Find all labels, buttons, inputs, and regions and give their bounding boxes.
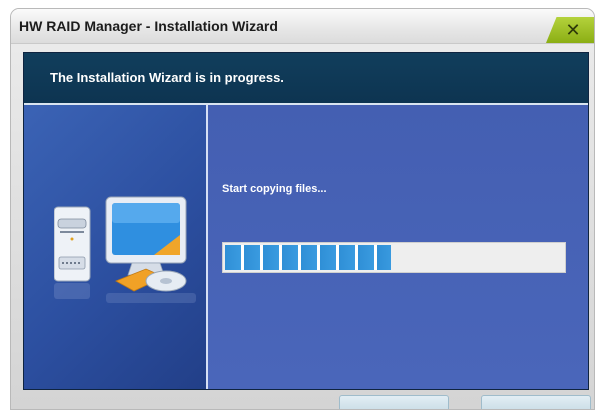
computer-install-icon — [54, 196, 196, 303]
back-button[interactable] — [339, 395, 449, 409]
wizard-header: The Installation Wizard is in progress. — [24, 53, 588, 105]
window-title: HW RAID Manager - Installation Wizard — [19, 18, 278, 34]
progress-fill — [225, 245, 391, 270]
title-bar: HW RAID Manager - Installation Wizard ✕ — [11, 9, 594, 44]
progress-bar — [222, 242, 566, 273]
wizard-header-text: The Installation Wizard is in progress. — [50, 70, 284, 85]
left-graphic-panel — [24, 105, 206, 389]
next-button[interactable] — [481, 395, 591, 409]
status-text: Start copying files... — [222, 183, 327, 195]
close-button[interactable]: ✕ — [546, 17, 594, 43]
installer-window: HW RAID Manager - Installation Wizard ✕ … — [10, 8, 595, 410]
close-icon[interactable]: ✕ — [564, 22, 582, 40]
wizard-content: The Installation Wizard is in progress. — [23, 52, 589, 390]
progress-panel: Start copying files... — [208, 105, 588, 389]
